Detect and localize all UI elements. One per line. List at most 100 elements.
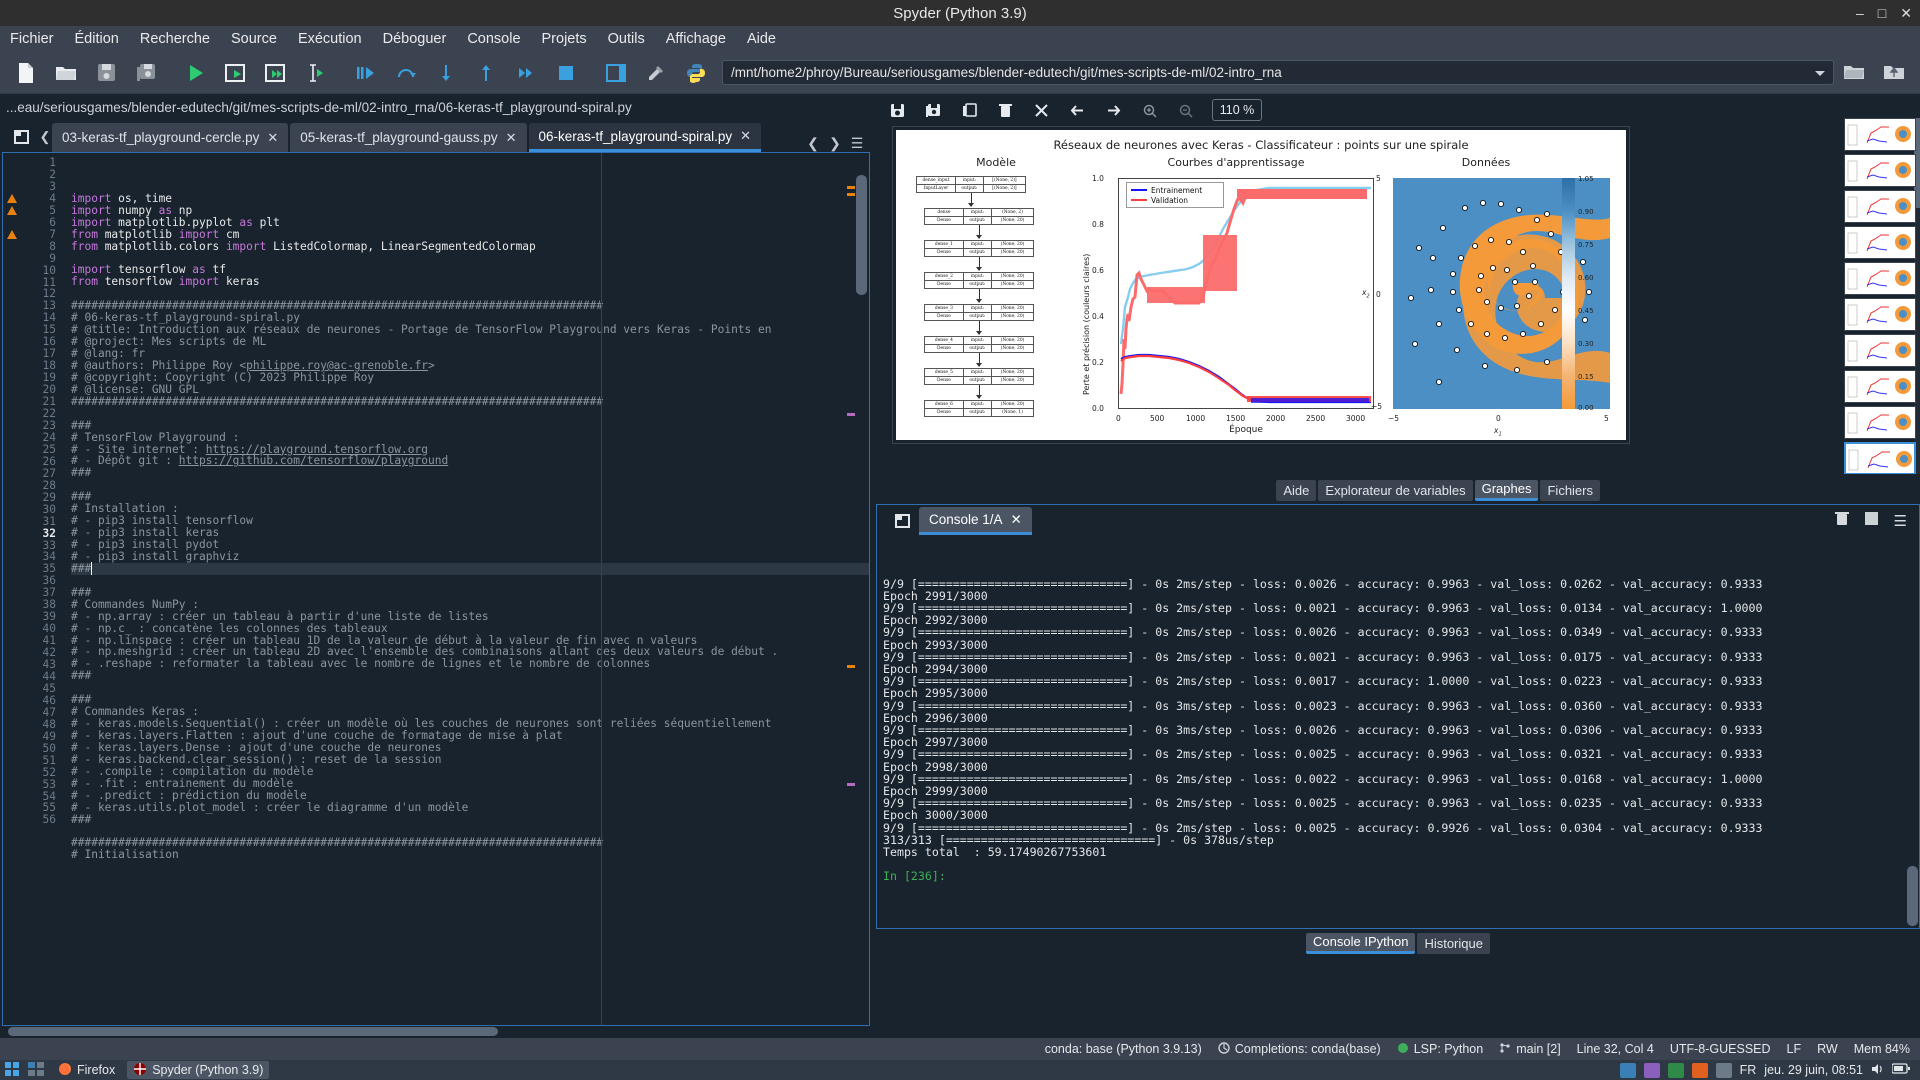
save-all-icon[interactable] <box>126 55 166 91</box>
editor-vertical-scrollbar[interactable] <box>856 153 867 1025</box>
code-line[interactable]: from tensorflow import keras <box>71 276 869 288</box>
menu-projets[interactable]: Projets <box>542 31 587 47</box>
code-line[interactable]: # Initialisation <box>71 849 869 861</box>
scrollbar-thumb[interactable] <box>856 175 867 295</box>
menu-console[interactable]: Console <box>467 31 520 47</box>
editor-tab-2[interactable]: 06-keras-tf_playground-spiral.py ✕ <box>528 123 762 152</box>
menu-recherche[interactable]: Recherche <box>140 31 210 47</box>
hamburger-options-icon[interactable]: ☰ <box>848 135 866 152</box>
close-icon[interactable]: ✕ <box>740 128 751 144</box>
python-path-icon[interactable] <box>676 55 716 91</box>
chevron-down-icon[interactable] <box>1815 70 1825 76</box>
code-line[interactable]: # - .reshape : reformater la tableau ave… <box>71 658 869 670</box>
pager-icon[interactable] <box>28 1061 46 1079</box>
new-file-icon[interactable] <box>6 55 46 91</box>
menu-affichage[interactable]: Affichage <box>666 31 726 47</box>
hamburger-options-icon[interactable]: ☰ <box>1894 512 1907 530</box>
copy-plot-icon[interactable] <box>956 97 982 123</box>
chevron-right-icon[interactable]: ❯ <box>826 135 844 152</box>
plot-thumbnail[interactable] <box>1844 442 1916 474</box>
tray-icon-4[interactable] <box>1691 1062 1708 1078</box>
close-icon[interactable]: ✕ <box>267 130 278 146</box>
editor-tab-1[interactable]: 05-keras-tf_playground-gauss.py ✕ <box>290 123 527 152</box>
plot-thumbnail[interactable] <box>1844 298 1916 331</box>
plot-thumbnail[interactable] <box>1844 226 1916 259</box>
tab-historique[interactable]: Historique <box>1417 932 1490 954</box>
code-line[interactable] <box>71 682 869 694</box>
warning-icon[interactable] <box>3 229 21 241</box>
warning-icon[interactable] <box>3 205 21 217</box>
zoom-out-icon[interactable] <box>1172 97 1198 123</box>
scrollbar-thumb[interactable] <box>1907 866 1918 926</box>
tray-icon-5[interactable] <box>1715 1062 1732 1078</box>
code-line[interactable]: # - keras.utils.plot_model : créer le di… <box>71 801 869 814</box>
taskbar-clock[interactable]: jeu. 29 juin, 08:51 <box>1764 1063 1863 1077</box>
warning-gutter[interactable] <box>3 153 21 1025</box>
code-line[interactable]: ### <box>71 670 869 682</box>
console-prompt[interactable]: In [236]: <box>883 870 1919 882</box>
code-line[interactable] <box>71 408 869 420</box>
volume-icon[interactable] <box>1871 1063 1884 1078</box>
plot-thumbnail[interactable] <box>1844 334 1916 367</box>
taskbar-language[interactable]: FR <box>1740 1063 1757 1077</box>
save-plot-icon[interactable] <box>884 97 910 123</box>
code-line[interactable]: ########################################… <box>71 395 869 408</box>
step-out-icon[interactable] <box>466 55 506 91</box>
menu-fichier[interactable]: Fichier <box>10 31 54 47</box>
plot-thumbnail[interactable] <box>1844 262 1916 295</box>
plot-thumbnail[interactable] <box>1844 154 1916 187</box>
close-icon[interactable]: ✕ <box>506 130 517 146</box>
minimize-icon[interactable]: – <box>1856 6 1864 20</box>
run-file-icon[interactable] <box>176 55 216 91</box>
editor-horizontal-scrollbar[interactable] <box>2 1026 870 1038</box>
step-over-icon[interactable] <box>386 55 426 91</box>
tray-icon-3[interactable] <box>1667 1062 1684 1078</box>
tab-explorateur-de-variables[interactable]: Explorateur de variables <box>1318 479 1473 501</box>
next-plot-icon[interactable] <box>1100 97 1126 123</box>
menu-deboguer[interactable]: Déboguer <box>383 31 447 47</box>
browse-tabs-icon[interactable] <box>4 122 38 152</box>
open-folder-icon[interactable] <box>1834 55 1874 91</box>
stop-icon[interactable] <box>1864 512 1878 530</box>
chevron-left-icon[interactable]: ❮ <box>804 135 822 152</box>
zoom-in-icon[interactable] <box>1136 97 1162 123</box>
scrollbar-thumb[interactable] <box>8 1027 498 1036</box>
tab-fichiers[interactable]: Fichiers <box>1540 479 1600 501</box>
taskbar-item-spyder[interactable]: Spyder (Python 3.9) <box>127 1061 270 1079</box>
close-icon[interactable]: ✕ <box>1011 512 1022 528</box>
code-line[interactable] <box>71 479 869 491</box>
save-file-icon[interactable] <box>86 55 126 91</box>
delete-plot-icon[interactable] <box>992 97 1018 123</box>
debug-icon[interactable] <box>346 55 386 91</box>
pane-layout-icon[interactable] <box>596 55 636 91</box>
console-output[interactable]: 9/9 [==============================] - 0… <box>877 537 1919 928</box>
tab-graphes[interactable]: Graphes <box>1474 479 1539 501</box>
taskbar-item-firefox[interactable]: Firefox <box>52 1061 121 1079</box>
battery-icon[interactable] <box>1891 1063 1910 1077</box>
menu-aide[interactable]: Aide <box>747 31 776 47</box>
console-tab-1a[interactable]: Console 1/A ✕ <box>919 507 1032 535</box>
close-icon[interactable]: ✕ <box>1900 6 1912 20</box>
code-line[interactable] <box>71 575 869 587</box>
plot-thumbnails[interactable] <box>1842 118 1920 474</box>
up-folder-icon[interactable] <box>1874 55 1914 91</box>
plot-thumbnail[interactable] <box>1844 118 1916 151</box>
code-line[interactable]: # - Dépôt git : https://github.com/tenso… <box>71 455 869 467</box>
code-line[interactable]: ########################################… <box>71 837 869 849</box>
menu-source[interactable]: Source <box>231 31 277 47</box>
start-menu-icon[interactable] <box>4 1061 22 1080</box>
step-into-icon[interactable] <box>426 55 466 91</box>
code-text[interactable]: import os, time import numpy as np import … <box>63 153 869 1025</box>
menu-edition[interactable]: Édition <box>75 31 119 47</box>
preferences-icon[interactable] <box>636 55 676 91</box>
editor-tab-0[interactable]: 03-keras-tf_playground-cercle.py ✕ <box>52 123 289 152</box>
run-cell-advance-icon[interactable] <box>256 55 296 91</box>
code-line[interactable]: ### <box>71 813 869 826</box>
continue-icon[interactable] <box>506 55 546 91</box>
chevron-left-icon[interactable]: ❮ <box>38 122 52 152</box>
code-line[interactable]: import os, time <box>71 192 869 205</box>
save-all-plots-icon[interactable] <box>920 97 946 123</box>
tab-console-ipython[interactable]: Console IPython <box>1306 932 1416 954</box>
code-editor[interactable]: 1 2 3 4 5 6 7 8 9 10 11 12 13 14 15 16 17 18 19 20 21 22 23 24 2… <box>2 152 870 1026</box>
plot-thumbnail[interactable] <box>1844 190 1916 223</box>
